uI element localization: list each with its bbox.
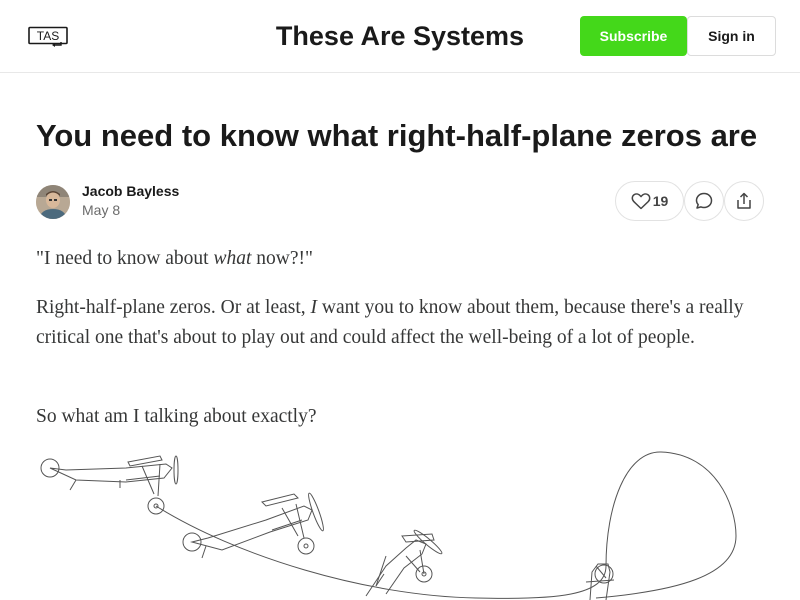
tas-logo-icon: TAS [28,26,68,47]
paragraph-3: So what am I talking about exactly? [36,406,317,427]
biplane-4 [585,563,615,600]
biplane-3 [365,529,443,597]
share-icon [737,192,751,209]
site-logo[interactable]: TAS [28,26,68,47]
paragraph-1: "I need to know about what now?!" [36,244,766,274]
p1-before: "I need to know about [36,248,214,269]
avatar-image [36,185,70,219]
author-avatar[interactable] [36,185,70,219]
biplane-loop-drawing [40,451,737,600]
p1-after: now?!" [251,248,313,269]
share-button[interactable] [724,181,764,221]
comment-button[interactable] [684,181,724,221]
p2-before: Right-half-plane zeros. Or at least, [36,297,311,318]
like-button[interactable]: 19 [615,181,684,221]
site-title[interactable]: These Are Systems [276,21,524,51]
like-count: 19 [652,193,669,209]
post-date: May 8 [82,202,121,218]
comment-icon [695,192,713,209]
author-name[interactable]: Jacob Bayless [82,183,179,200]
paragraph-2: Right-half-plane zeros. Or at least, I w… [36,293,766,353]
sign-in-button[interactable]: Sign in [687,16,776,56]
logo-text: TAS [37,29,59,43]
p1-emphasis: what [213,248,252,269]
biplane-2 [182,492,324,559]
biplane-loop-illustration [36,446,746,600]
subscribe-button[interactable]: Subscribe [580,16,687,56]
heart-icon [631,193,651,210]
post-title: You need to know what right-half-plane z… [36,118,758,153]
flight-path [155,451,737,599]
biplane-1 [40,455,179,515]
site-header: TAS These Are Systems Subscribe Sign in [0,0,800,73]
